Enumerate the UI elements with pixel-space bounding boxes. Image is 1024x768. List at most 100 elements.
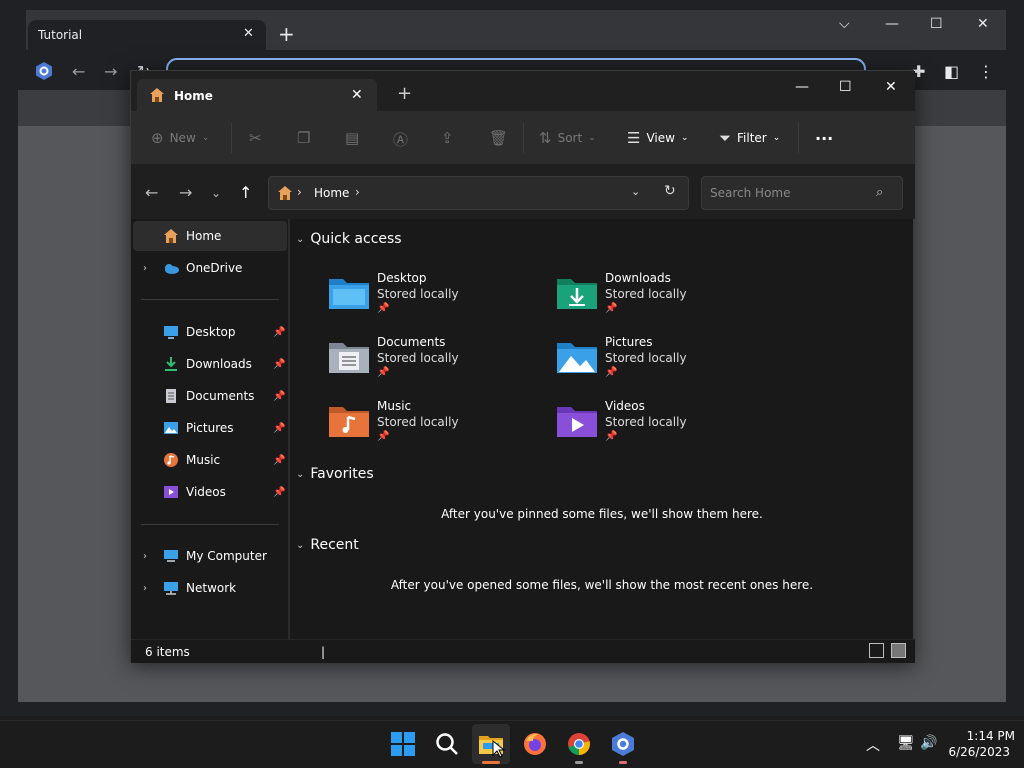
sidebar-item-label: Home [186, 229, 222, 243]
sidebar-item-network[interactable]: › Network [133, 573, 287, 603]
collapse-chevron-icon[interactable]: ⌄ [296, 540, 304, 551]
music-folder-icon [329, 407, 369, 437]
refresh-icon[interactable]: ↻ [664, 183, 676, 199]
quick-access-item-documents[interactable]: Documents Stored locally 📌 [327, 335, 547, 395]
explorer-maximize-icon[interactable]: ☐ [839, 79, 852, 95]
search-input[interactable]: Search Home [701, 176, 903, 210]
pin-icon[interactable]: 📌 [273, 455, 285, 466]
copy-button[interactable]: ❐ [297, 129, 310, 147]
recent-locations-chevron-icon[interactable]: ⌄ [211, 186, 221, 200]
browser-minimize-icon[interactable]: — [885, 16, 899, 32]
extension-hexagon-icon[interactable] [34, 61, 54, 81]
browser-maximize-icon[interactable]: ☐ [930, 16, 943, 32]
browser-side-panel-icon[interactable]: ◧ [944, 62, 959, 81]
item-name: Downloads [605, 271, 671, 285]
pin-icon[interactable]: 📌 [273, 327, 285, 338]
browser-close-icon[interactable]: ✕ [977, 16, 989, 32]
clipboard-icon: ▤ [345, 129, 360, 147]
clock-time[interactable]: 1:14 PM [955, 729, 1015, 743]
start-windows-icon[interactable] [390, 731, 416, 757]
address-history-chevron-icon[interactable]: ⌄ [631, 185, 640, 198]
sidebar-item-pictures[interactable]: Pictures 📌 [133, 413, 287, 443]
explorer-minimize-icon[interactable]: — [795, 79, 809, 95]
sidebar-item-videos[interactable]: Videos 📌 [133, 477, 287, 507]
sidebar-item-music[interactable]: Music 📌 [133, 445, 287, 475]
more-options-button[interactable]: ··· [815, 129, 833, 148]
rename-button[interactable]: Ⓐ [393, 129, 408, 150]
up-arrow-icon[interactable]: ↑ [239, 183, 252, 202]
toolbar-divider [798, 123, 799, 153]
view-button[interactable]: ☰ View ⌄ [627, 129, 688, 147]
delete-button[interactable]: 🗑 [489, 129, 508, 147]
downloads-icon [165, 357, 177, 371]
explorer-new-tab-button[interactable]: + [397, 85, 412, 103]
pin-icon[interactable]: 📌 [273, 487, 285, 498]
volume-icon[interactable]: 🔊 [920, 735, 937, 751]
sidebar-item-label: Downloads [186, 357, 252, 371]
browser-new-tab-button[interactable]: + [278, 24, 295, 44]
mouse-cursor-icon [492, 740, 506, 758]
expand-chevron-icon[interactable]: › [143, 551, 147, 562]
running-app-indicator [619, 761, 627, 764]
new-button[interactable]: ⊕ New ⌄ [151, 129, 209, 147]
explorer-close-icon[interactable]: ✕ [885, 79, 897, 95]
quick-access-item-desktop[interactable]: Desktop Stored locally 📌 [327, 271, 547, 331]
app-hexagon-icon[interactable] [610, 731, 636, 757]
breadcrumb-separator-icon[interactable]: › [355, 185, 360, 199]
expand-chevron-icon[interactable]: › [143, 263, 147, 274]
browser-back-icon[interactable]: ← [72, 62, 85, 81]
collapse-chevron-icon[interactable]: ⌄ [296, 469, 304, 480]
favorites-header[interactable]: ⌄ Favorites [296, 466, 374, 482]
forward-arrow-icon[interactable]: → [179, 183, 192, 202]
paste-button[interactable]: ▤ [345, 129, 359, 147]
sidebar-item-onedrive[interactable]: › OneDrive [133, 253, 287, 283]
breadcrumb-separator-icon[interactable]: › [297, 185, 302, 199]
quick-access-item-downloads[interactable]: Downloads Stored locally 📌 [555, 271, 775, 331]
toolbar-divider [523, 123, 524, 153]
pin-icon[interactable]: 📌 [273, 423, 285, 434]
browser-menu-icon[interactable]: ⋮ [978, 62, 994, 81]
browser-tab-close-icon[interactable]: ✕ [243, 26, 254, 41]
tray-chevron-up-icon[interactable]: ︿ [866, 735, 880, 755]
browser-forward-icon[interactable]: → [104, 62, 117, 81]
filter-button[interactable]: ⏷ Filter ⌄ [719, 129, 780, 147]
browser-tab-search-icon[interactable]: ⌵ [839, 16, 850, 32]
collapse-chevron-icon[interactable]: ⌄ [296, 234, 304, 245]
explorer-tab-title: Home [174, 89, 213, 103]
share-button[interactable]: ⇪ [441, 129, 454, 147]
sort-button[interactable]: ⇅ Sort ⌄ [539, 129, 596, 147]
cut-button[interactable]: ✂ [249, 129, 262, 147]
explorer-tab-home[interactable] [137, 79, 377, 111]
sidebar-item-my-computer[interactable]: › My Computer [133, 541, 287, 571]
breadcrumb-home[interactable]: Home [314, 186, 349, 200]
network-monitor-icon[interactable]: 🖥 [897, 735, 915, 751]
filter-funnel-icon: ⏷ [719, 129, 732, 147]
item-name: Desktop [377, 271, 427, 285]
item-status: Stored locally [605, 351, 687, 365]
search-icon[interactable]: ⌕ [876, 185, 883, 200]
chrome-icon[interactable] [566, 731, 592, 757]
expand-chevron-icon[interactable]: › [143, 583, 147, 594]
pin-icon[interactable]: 📌 [273, 359, 285, 370]
sidebar-item-home[interactable]: Home [133, 221, 287, 251]
tiles-view-icon[interactable] [891, 643, 906, 658]
details-view-icon[interactable] [869, 643, 884, 658]
item-status: Stored locally [377, 415, 459, 429]
sidebar-item-downloads[interactable]: Downloads 📌 [133, 349, 287, 379]
quick-access-item-pictures[interactable]: Pictures Stored locally 📌 [555, 335, 775, 395]
pin-icon[interactable]: 📌 [273, 391, 285, 402]
quick-access-item-videos[interactable]: Videos Stored locally 📌 [555, 399, 775, 459]
explorer-tab-close-icon[interactable]: ✕ [351, 87, 363, 103]
item-count: 6 items [145, 645, 190, 659]
clock-date[interactable]: 6/26/2023 [948, 745, 1010, 759]
quick-access-header[interactable]: ⌄ Quick access [296, 231, 402, 247]
sidebar-item-desktop[interactable]: Desktop 📌 [133, 317, 287, 347]
firefox-icon[interactable] [522, 731, 548, 757]
quick-access-item-music[interactable]: Music Stored locally 📌 [327, 399, 547, 459]
back-arrow-icon[interactable]: ← [145, 183, 158, 202]
sidebar-item-label: Desktop [186, 325, 236, 339]
recent-header[interactable]: ⌄ Recent [296, 537, 359, 553]
search-icon[interactable] [434, 731, 460, 757]
sidebar-item-documents[interactable]: Documents 📌 [133, 381, 287, 411]
section-title: Quick access [310, 231, 402, 247]
